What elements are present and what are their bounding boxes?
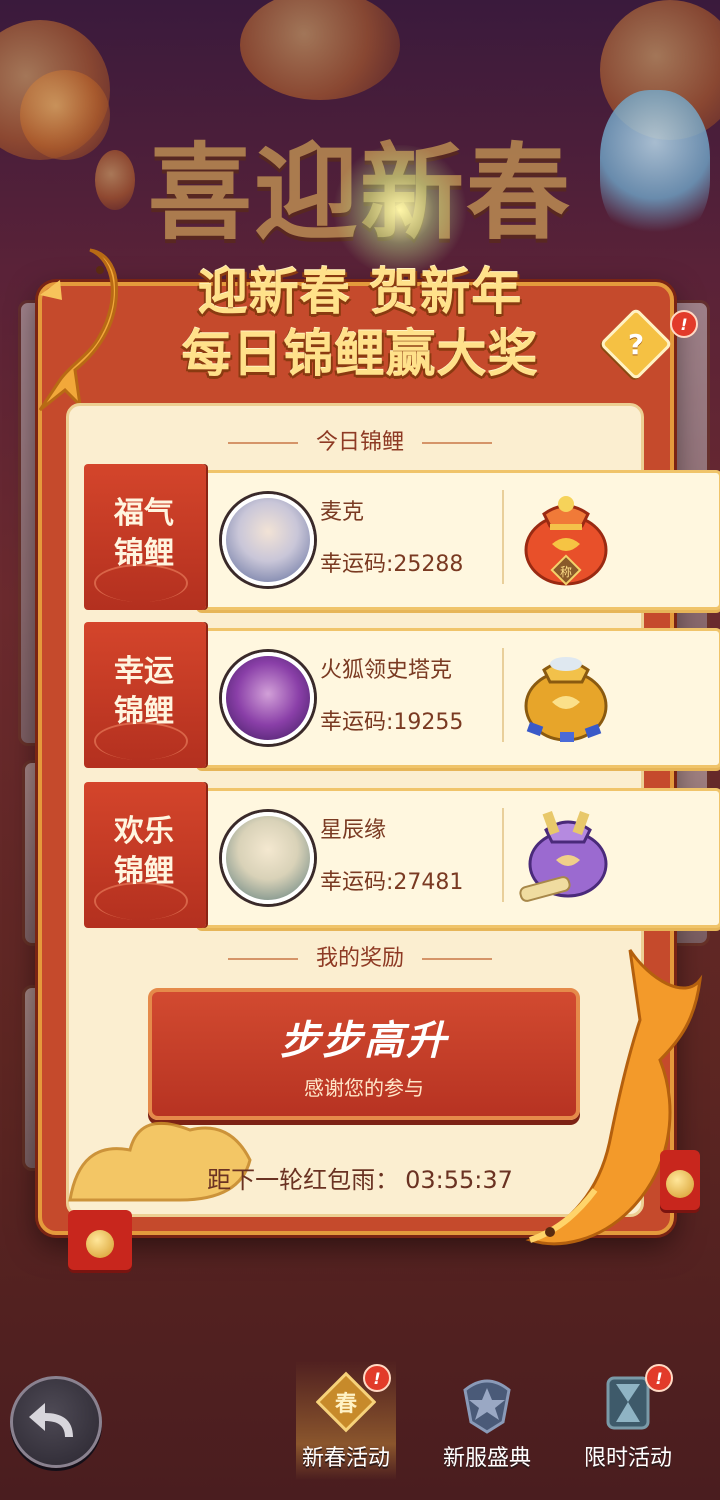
lucky-code: 幸运码:27481 bbox=[320, 870, 464, 895]
lucky-code: 幸运码:25288 bbox=[320, 552, 464, 577]
tab-limited-time[interactable]: ! 限时活动 bbox=[563, 1360, 693, 1480]
row-tag-line2: 锦鲤 bbox=[114, 536, 174, 571]
back-button[interactable] bbox=[10, 1376, 102, 1468]
tab-label: 新春活动 bbox=[301, 1446, 390, 1471]
title-bag-icon[interactable]: 称 bbox=[516, 484, 616, 588]
alert-badge: ! bbox=[670, 310, 698, 338]
svg-text:春: 春 bbox=[335, 1391, 357, 1417]
alert-badge: ! bbox=[363, 1364, 391, 1392]
row-tag-line2: 锦鲤 bbox=[114, 854, 174, 889]
avatar[interactable] bbox=[222, 652, 314, 744]
red-envelope-icon[interactable] bbox=[660, 1150, 700, 1210]
tab-spring-activity[interactable]: 春 ! 新春活动 bbox=[281, 1360, 411, 1480]
tab-new-server[interactable]: 新服盛典 bbox=[422, 1360, 552, 1480]
svg-text:称: 称 bbox=[560, 565, 572, 579]
lantern-decoration bbox=[240, 0, 400, 100]
star-crest-icon bbox=[463, 1379, 511, 1434]
purple-bag-icon[interactable] bbox=[516, 802, 616, 906]
red-envelope-icon[interactable] bbox=[68, 1210, 132, 1270]
row-tag: 幸运 锦鲤 bbox=[84, 622, 206, 768]
countdown-label: 距下一轮红包雨： bbox=[207, 1166, 400, 1194]
row-tag: 欢乐 锦鲤 bbox=[84, 782, 206, 928]
dragon-mascot bbox=[600, 90, 710, 240]
winner-name: 火狐领史塔克 bbox=[320, 658, 453, 683]
lantern-decoration bbox=[20, 70, 110, 160]
koi-row: 福气 锦鲤 麦克 幸运码:25288 称 bbox=[84, 464, 720, 610]
koi-row: 欢乐 锦鲤 星辰缘 幸运码:27481 bbox=[84, 782, 720, 928]
countdown-time: 03:55:37 bbox=[405, 1166, 513, 1194]
row-tag-line1: 欢乐 bbox=[114, 814, 174, 849]
winner-name: 麦克 bbox=[320, 500, 365, 525]
lucky-code: 幸运码:19255 bbox=[320, 710, 464, 735]
lantern-decoration bbox=[95, 150, 135, 210]
koi-row: 幸运 锦鲤 火狐领史塔克 幸运码:19255 bbox=[84, 622, 720, 768]
help-icon: ? bbox=[627, 327, 645, 361]
alert-badge: ! bbox=[645, 1364, 673, 1392]
tab-label: 新服盛典 bbox=[442, 1446, 531, 1471]
section-title-today: 今日锦鲤 bbox=[0, 424, 720, 456]
winner-name: 星辰缘 bbox=[320, 818, 387, 843]
tab-label: 限时活动 bbox=[583, 1446, 672, 1471]
koi-fish-icon bbox=[525, 949, 703, 1246]
back-arrow-icon bbox=[29, 1403, 73, 1437]
row-tag: 福气 锦鲤 bbox=[84, 464, 206, 610]
avatar[interactable] bbox=[222, 812, 314, 904]
row-tag-line2: 锦鲤 bbox=[114, 694, 174, 729]
row-tag-line1: 福气 bbox=[114, 496, 174, 531]
row-tag-line1: 幸运 bbox=[114, 654, 174, 689]
gold-bag-icon[interactable] bbox=[516, 642, 616, 746]
avatar[interactable] bbox=[222, 494, 314, 586]
